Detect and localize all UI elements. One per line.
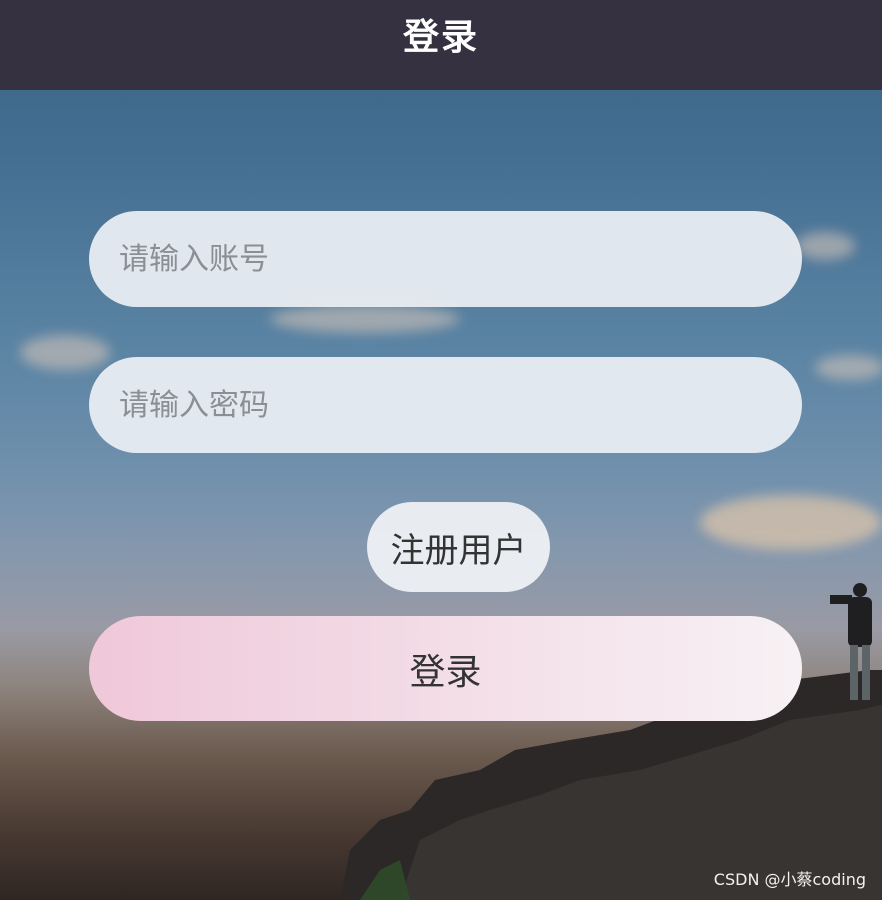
register-button[interactable]: 注册用户 bbox=[367, 502, 550, 592]
cloud bbox=[700, 495, 882, 550]
cloud bbox=[795, 232, 855, 260]
cloud bbox=[20, 335, 110, 370]
cloud bbox=[815, 355, 882, 380]
password-input[interactable] bbox=[89, 357, 802, 453]
login-screen: 登录 注册用户 登录 CSDN @小蔡coding bbox=[0, 0, 882, 900]
cloud bbox=[270, 305, 460, 333]
account-input[interactable] bbox=[89, 211, 802, 307]
watermark: CSDN @小蔡coding bbox=[713, 870, 866, 889]
photographer-silhouette bbox=[830, 583, 872, 700]
page-title: 登录 bbox=[402, 17, 479, 58]
header-bar: 登录 bbox=[0, 0, 882, 90]
login-button[interactable]: 登录 bbox=[89, 616, 802, 721]
